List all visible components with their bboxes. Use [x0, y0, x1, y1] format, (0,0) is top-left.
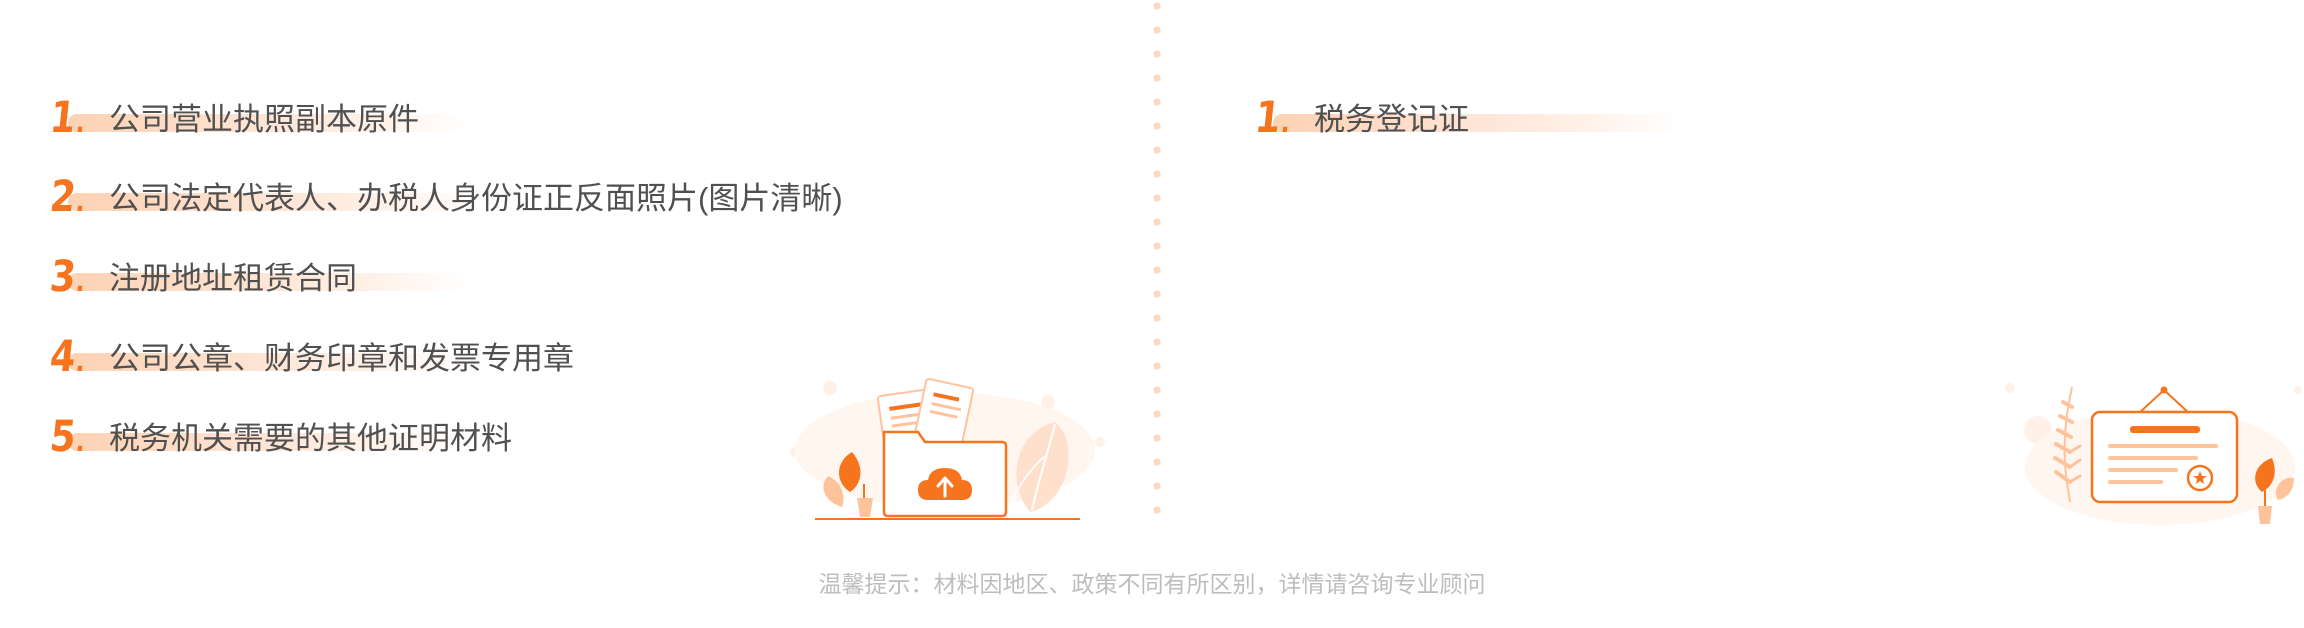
certificate-icon: [2005, 383, 2302, 525]
item-number: 4.: [47, 331, 87, 382]
item-number: 2.: [47, 171, 87, 222]
list-item: 1. 公司营业执照副本原件: [47, 92, 468, 144]
list-item: 4. 公司公章、财务印章和发票专用章: [47, 331, 574, 383]
item-number: 1.: [1252, 92, 1292, 143]
item-number: 5.: [47, 411, 87, 462]
item-number: 3.: [47, 251, 87, 302]
obtained-documents-panel: 1. 税务登记证: [1160, 0, 2304, 525]
list-item: 1. 税务登记证: [1252, 92, 1683, 144]
list-item: 3. 注册地址租赁合同: [47, 251, 468, 303]
list-item: 2. 公司法定代表人、办税人身份证正反面照片(图片清晰): [47, 171, 843, 223]
required-materials-panel: 1. 公司营业执照副本原件 2. 公司法定代表人、办税人身份证正反面照片(图片清…: [0, 0, 1155, 520]
item-label: 公司公章、财务印章和发票专用章: [109, 341, 574, 376]
item-label: 公司营业执照副本原件: [109, 102, 419, 137]
list-item: 5. 税务机关需要的其他证明材料: [47, 411, 512, 463]
item-label: 税务机关需要的其他证明材料: [109, 421, 512, 456]
folder-upload-icon: [790, 378, 1105, 520]
item-label: 税务登记证: [1314, 102, 1469, 137]
item-number: 1.: [47, 92, 87, 143]
item-label: 注册地址租赁合同: [109, 261, 357, 296]
item-label: 公司法定代表人、办税人身份证正反面照片(图片清晰): [109, 181, 843, 216]
footer-tip: 温馨提示：材料因地区、政策不同有所区别，详情请咨询专业顾问: [818, 571, 1486, 597]
